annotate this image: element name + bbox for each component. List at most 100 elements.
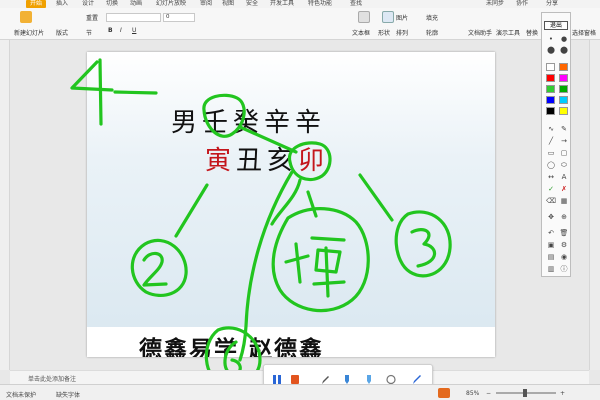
filled-ellipse-icon[interactable]: ⬭ — [559, 161, 569, 169]
heavenly-stems-row: 男壬癸辛辛 — [171, 108, 327, 138]
exit-pen-button[interactable]: 退出 — [544, 21, 568, 30]
color-swatch-7[interactable] — [559, 96, 568, 104]
save-icon[interactable]: ▥ — [546, 265, 556, 273]
vertical-scrollbar[interactable] — [589, 40, 600, 370]
zoom-slider-thumb[interactable] — [523, 389, 527, 397]
pen-size-small-icon[interactable]: • — [546, 35, 556, 43]
tab-start[interactable]: 开始 — [26, 0, 47, 8]
eraser-icon[interactable]: ⌫ — [546, 197, 556, 205]
picture-button[interactable]: 图片 — [396, 13, 408, 22]
shape-icon[interactable] — [382, 11, 394, 23]
color-swatch-2[interactable] — [546, 74, 555, 82]
tab-slideshow[interactable]: 幻灯片放映 — [156, 0, 186, 8]
pen-size-medium-icon[interactable]: ● — [559, 35, 569, 43]
replace-button[interactable]: 替换 — [526, 28, 538, 37]
zoom-level[interactable]: 85% — [466, 390, 479, 397]
bold-button[interactable]: B — [108, 27, 113, 34]
status-bar: 文档未保护 缺失字体 85% − + — [0, 384, 600, 400]
italic-button[interactable]: I — [120, 27, 122, 34]
pen-icon[interactable] — [320, 370, 330, 384]
font-name-box[interactable] — [106, 13, 161, 22]
pen-size-xlarge-icon[interactable]: ⬤ — [559, 46, 569, 54]
tab-design[interactable]: 设计 — [82, 0, 94, 8]
play-slideshow-icon[interactable] — [438, 388, 450, 398]
line-icon[interactable]: ╱ — [546, 137, 556, 145]
text-tool-icon[interactable]: A — [559, 173, 569, 181]
cross-icon[interactable]: ✗ — [559, 185, 569, 193]
settings-icon[interactable]: ⚙ — [559, 241, 569, 249]
color-swatch-9[interactable] — [559, 107, 568, 115]
check-icon[interactable]: ✓ — [546, 185, 556, 193]
tab-features[interactable]: 特色功能 — [308, 0, 332, 8]
highlighter-icon[interactable] — [364, 370, 374, 384]
zoom-in-button[interactable]: + — [560, 390, 565, 397]
color-swatch-4[interactable] — [546, 85, 555, 93]
doc-protect-status[interactable]: 文档未保护 — [6, 390, 36, 399]
fill-button[interactable]: 填充 — [426, 13, 438, 22]
color-swatch-3[interactable] — [559, 74, 568, 82]
spotlight-icon[interactable] — [386, 370, 396, 385]
arrange-button[interactable]: 排列 — [396, 28, 408, 37]
outline-button[interactable]: 轮廓 — [426, 28, 438, 37]
text-box-icon[interactable] — [358, 11, 370, 23]
screen-icon[interactable]: ▣ — [546, 241, 556, 249]
rounded-rect-icon[interactable]: ▢ — [559, 149, 569, 157]
tab-review[interactable]: 审阅 — [200, 0, 212, 8]
tab-search[interactable]: 查找 — [350, 0, 362, 8]
arrow-line-icon[interactable]: → — [559, 137, 569, 145]
earthly-branches-row: 寅丑亥卯 — [205, 140, 329, 177]
branch-hai: 亥 — [267, 146, 299, 176]
freehand-icon[interactable]: ∿ — [546, 125, 556, 133]
info-icon[interactable]: ⓘ — [559, 265, 569, 273]
color-swatch-0[interactable] — [546, 63, 555, 71]
marker-icon[interactable] — [342, 370, 352, 384]
branch-yin: 寅 — [205, 146, 237, 176]
color-swatch-6[interactable] — [546, 96, 555, 104]
ribbon: 新建幻灯片 版式 重置 节 0 B I U 文本框 形状 图片 排列 填充 轮廓… — [0, 8, 600, 40]
underline-button[interactable]: U — [132, 27, 136, 34]
reset-button[interactable]: 重置 — [86, 13, 98, 22]
select-pane-button[interactable]: 选择窗格 — [572, 28, 596, 37]
share-button[interactable]: 分享 — [546, 0, 558, 8]
sync-status[interactable]: 未同步 — [486, 0, 504, 8]
present-tools-button[interactable]: 演示工具 — [496, 28, 520, 37]
tab-security[interactable]: 安全 — [246, 0, 258, 8]
ellipse-icon[interactable]: ◯ — [546, 161, 556, 169]
doc-assistant-button[interactable]: 文档助手 — [468, 28, 492, 37]
edit-pen-icon[interactable] — [412, 370, 422, 384]
grid-icon[interactable]: ▦ — [559, 197, 569, 205]
shape-button[interactable]: 形状 — [378, 28, 390, 37]
menu-bar: 开始 插入 设计 切换 动画 幻灯片放映 审阅 视图 安全 开发工具 特色功能 … — [0, 0, 600, 8]
layout-button[interactable]: 版式 — [56, 28, 68, 37]
stop-icon[interactable] — [290, 370, 300, 384]
color-swatch-1[interactable] — [559, 63, 568, 71]
section-button[interactable]: 节 — [86, 28, 92, 37]
text-box-button[interactable]: 文本框 — [352, 28, 370, 37]
font-size-box[interactable]: 0 — [163, 13, 195, 22]
slide-canvas[interactable]: 男壬癸辛辛 寅丑亥卯 德鑫易学 赵德鑫 — [87, 52, 495, 357]
arrows-icon[interactable]: ↔ — [546, 173, 556, 181]
rectangle-icon[interactable]: ▭ — [546, 149, 556, 157]
collab-button[interactable]: 协作 — [516, 0, 528, 8]
pencil-icon[interactable]: ✎ — [559, 125, 569, 133]
tab-animation[interactable]: 动画 — [130, 0, 142, 8]
tab-view[interactable]: 视图 — [222, 0, 234, 8]
clear-icon[interactable]: 🗑 — [559, 229, 569, 237]
board-icon[interactable]: ▤ — [546, 253, 556, 261]
pause-icon[interactable] — [272, 370, 282, 384]
color-swatch-8[interactable] — [546, 107, 555, 115]
tab-insert[interactable]: 插入 — [56, 0, 68, 8]
pen-size-large-icon[interactable]: ⬤ — [546, 46, 556, 54]
missing-font-status[interactable]: 缺失字体 — [56, 390, 80, 399]
undo-icon[interactable]: ↶ — [546, 229, 556, 237]
tab-transition[interactable]: 切换 — [106, 0, 118, 8]
color-swatch-5[interactable] — [559, 85, 568, 93]
capture-icon[interactable]: ◉ — [559, 253, 569, 261]
move-icon[interactable]: ✥ — [546, 213, 556, 221]
zoom-out-button[interactable]: − — [486, 390, 491, 397]
new-slide-button[interactable]: 新建幻灯片 — [14, 28, 44, 37]
new-slide-icon[interactable] — [20, 11, 32, 23]
zoom-icon[interactable]: ⊕ — [559, 213, 569, 221]
tab-developer[interactable]: 开发工具 — [270, 0, 294, 8]
slide-thumbnail-panel[interactable] — [0, 40, 10, 370]
